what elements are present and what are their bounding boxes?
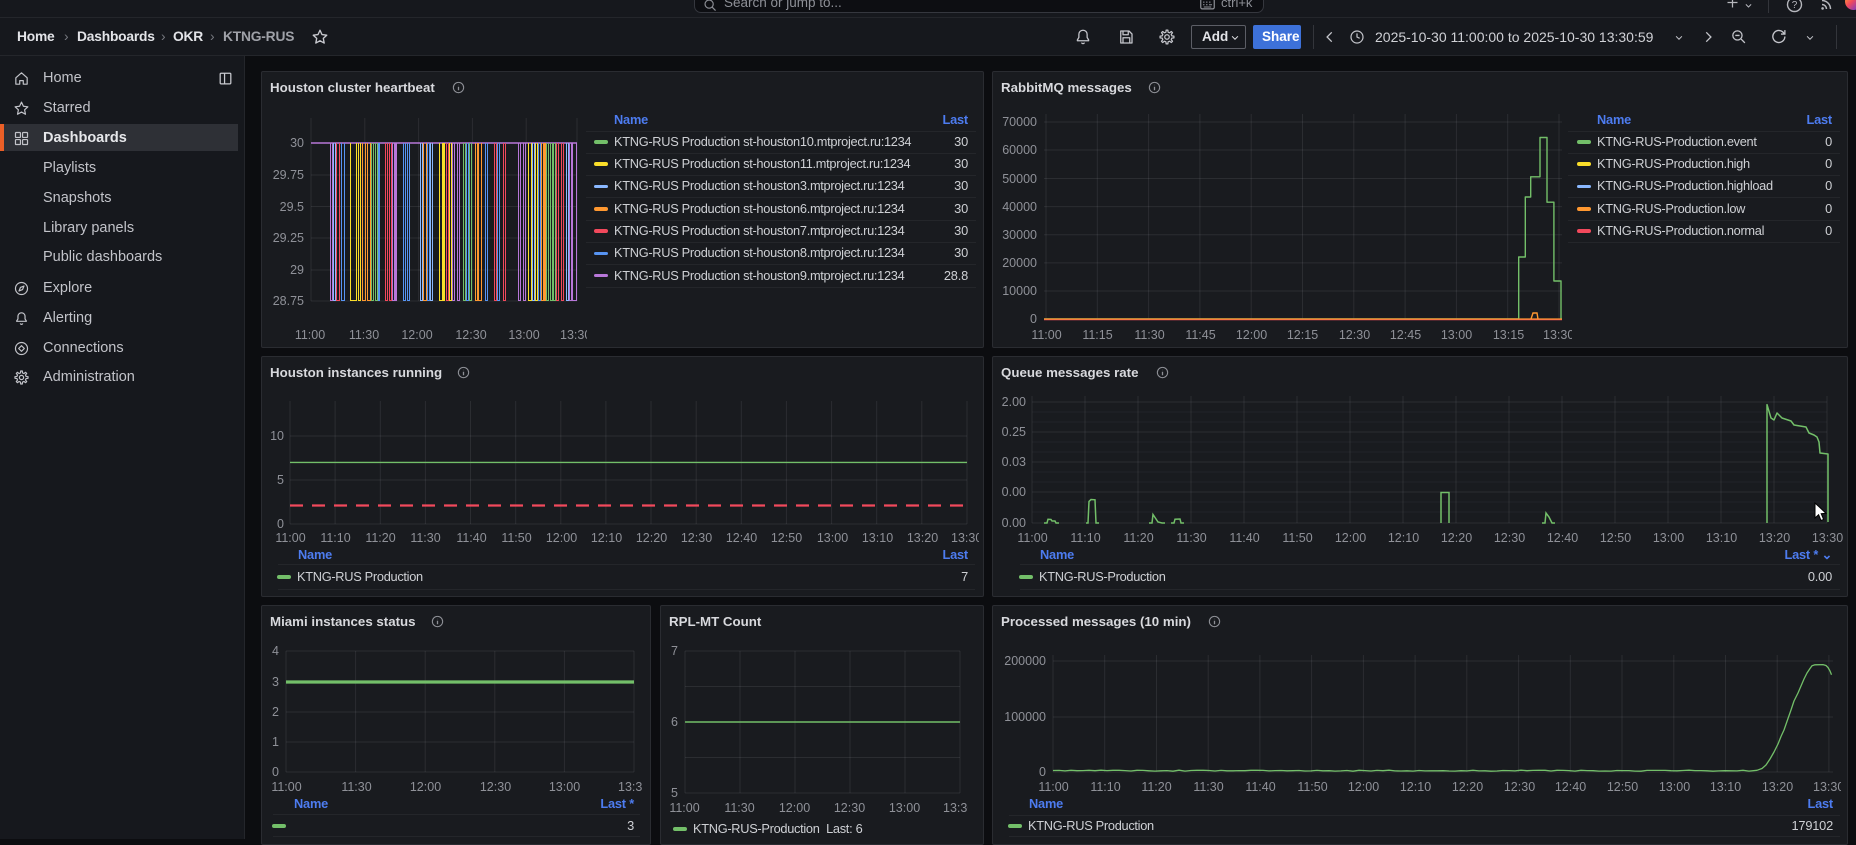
svg-text:?: ? <box>1792 0 1798 11</box>
